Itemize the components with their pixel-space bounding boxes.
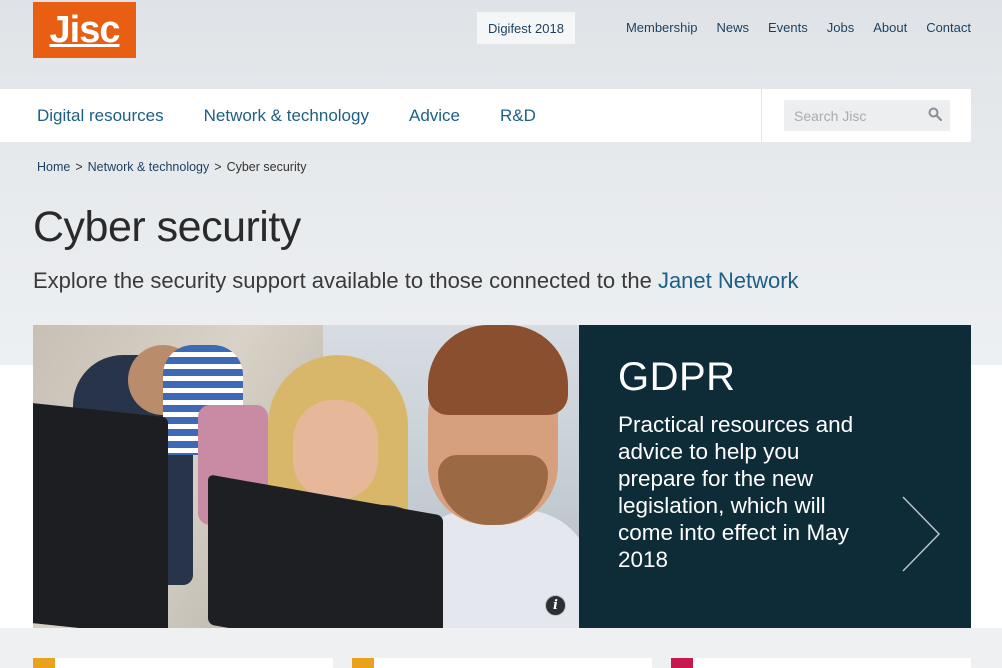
photo-man-hair: [428, 325, 568, 415]
chevron-right-icon[interactable]: [901, 495, 941, 573]
search-area: [761, 89, 971, 142]
breadcrumb: Home > Network & technology > Cyber secu…: [37, 160, 306, 174]
page-title: Cyber security: [33, 203, 301, 251]
nav-item-network-technology[interactable]: Network & technology: [204, 106, 369, 126]
photo-woman-face: [293, 400, 378, 500]
utility-nav: Membership News Events Jobs About Contac…: [626, 20, 971, 35]
top-link-news[interactable]: News: [716, 20, 749, 35]
feature-title: GDPR: [618, 355, 736, 399]
gdpr-feature-panel[interactable]: GDPR Practical resources and advice to h…: [579, 325, 971, 628]
feature-description: Practical resources and advice to help y…: [618, 412, 854, 572]
content-card[interactable]: [352, 658, 652, 668]
subtitle-text: Explore the security support available t…: [33, 268, 658, 293]
hero-background: [0, 0, 1002, 365]
page-subtitle: Explore the security support available t…: [33, 268, 799, 294]
top-link-contact[interactable]: Contact: [926, 20, 971, 35]
search-box: [784, 100, 950, 131]
search-icon[interactable]: [928, 107, 942, 121]
content-card[interactable]: [671, 658, 971, 668]
card-tag: [671, 658, 693, 668]
card-tag: [352, 658, 374, 668]
nav-item-digital-resources[interactable]: Digital resources: [37, 106, 164, 126]
info-icon[interactable]: i: [545, 595, 566, 616]
main-nav: Digital resources Network & technology A…: [0, 89, 971, 142]
jisc-logo[interactable]: Jisc: [33, 2, 136, 58]
digifest-link[interactable]: Digifest 2018: [477, 12, 575, 44]
breadcrumb-separator: >: [214, 160, 222, 174]
breadcrumb-current: Cyber security: [226, 160, 307, 174]
top-link-events[interactable]: Events: [768, 20, 808, 35]
photo-monitor: [33, 402, 168, 628]
breadcrumb-separator: >: [75, 160, 83, 174]
card-tag: [33, 658, 55, 668]
breadcrumb-home[interactable]: Home: [37, 160, 70, 174]
feature-photo[interactable]: i: [33, 325, 579, 628]
search-input[interactable]: [784, 107, 924, 124]
nav-item-rd[interactable]: R&D: [500, 106, 536, 126]
janet-network-link[interactable]: Janet Network: [658, 268, 799, 293]
content-card[interactable]: [33, 658, 333, 668]
top-link-about[interactable]: About: [873, 20, 907, 35]
nav-item-advice[interactable]: Advice: [409, 106, 460, 126]
top-link-membership[interactable]: Membership: [626, 20, 698, 35]
breadcrumb-network-technology[interactable]: Network & technology: [88, 160, 210, 174]
top-link-jobs[interactable]: Jobs: [827, 20, 854, 35]
